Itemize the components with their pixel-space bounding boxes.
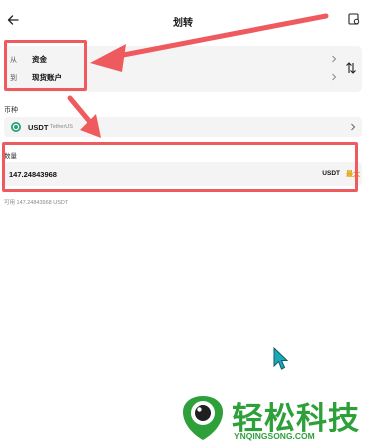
coin-label: 币种 <box>4 107 18 114</box>
transfer-history-icon[interactable] <box>348 13 360 25</box>
mouse-cursor-icon <box>273 347 288 370</box>
coin-selector[interactable]: USDT TetherUS <box>4 117 362 137</box>
top-bar: 划转 <box>0 10 366 34</box>
available-balance: 可用 147.24843968 USDT <box>4 200 69 206</box>
watermark-logo-icon <box>183 396 223 440</box>
watermark-url: YNQINGSONG.COM <box>234 431 315 441</box>
watermark: 轻松科技 YNQINGSONG.COM <box>180 390 366 442</box>
chevron-right-icon <box>332 73 337 81</box>
chevron-right-icon <box>351 123 356 131</box>
swap-arrows-icon[interactable] <box>345 61 357 75</box>
coin-full-name: TetherUS <box>50 124 73 130</box>
chevron-right-icon <box>332 55 337 63</box>
annotation-box-accounts <box>4 40 87 91</box>
annotation-box-amount <box>2 142 358 192</box>
page-title: 划转 <box>173 18 193 29</box>
tether-coin-icon <box>11 122 21 132</box>
coin-symbol: USDT <box>28 123 49 132</box>
